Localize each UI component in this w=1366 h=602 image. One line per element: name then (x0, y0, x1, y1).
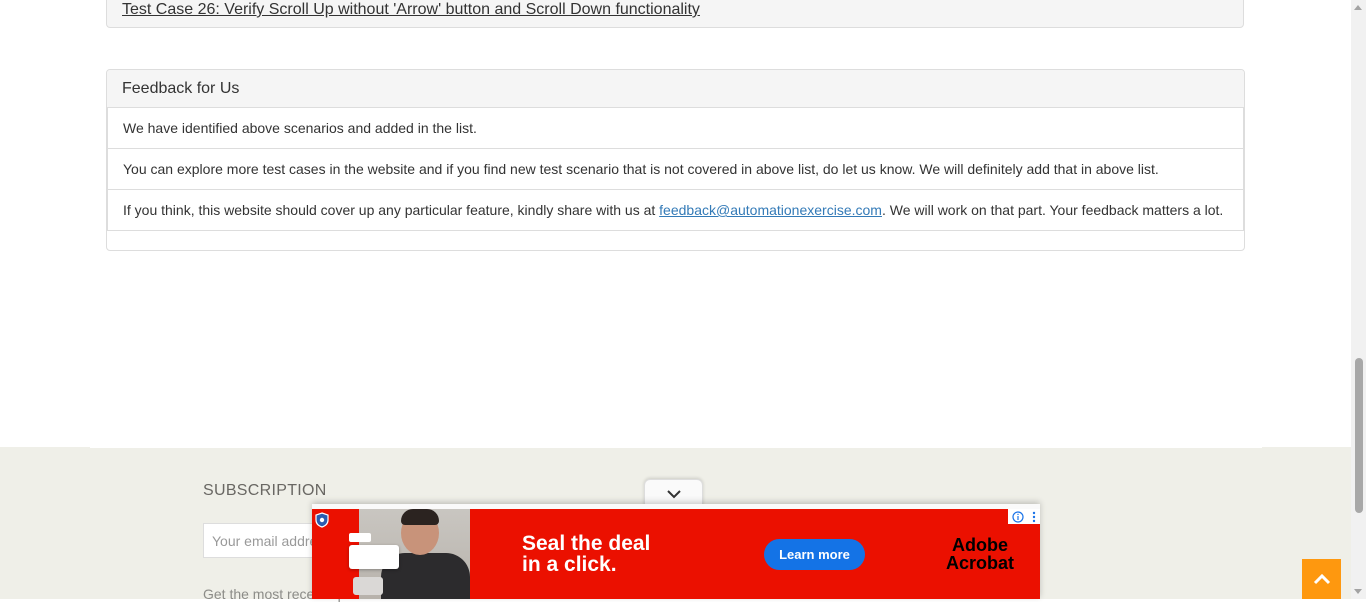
footer-divider (90, 447, 1262, 448)
ad-headline-line: in a click. (522, 553, 617, 576)
subscription-title: SUBSCRIPTION (203, 482, 327, 499)
ad-learn-more-button[interactable]: Learn more (764, 539, 865, 570)
scroll-up-button[interactable] (1302, 559, 1341, 599)
ad-brand-line: Acrobat (945, 553, 1014, 573)
feedback-text: . We will work on that part. Your feedba… (881, 202, 1224, 218)
page-scrollbar[interactable] (1351, 0, 1366, 599)
feedback-text: If you think, this website should cover … (123, 202, 660, 218)
scroll-arrow-down-icon[interactable] (1354, 589, 1362, 594)
ad-headline-line: Seal the deal (522, 532, 651, 555)
ad-brand: Adobe Acrobat (930, 536, 1030, 572)
info-icon[interactable] (1012, 510, 1024, 523)
feedback-title: Feedback for Us (107, 70, 1244, 108)
test-case-26-link[interactable]: Test Case 26: Verify Scroll Up without '… (122, 1, 700, 19)
feedback-list: We have identified above scenarios and a… (107, 108, 1244, 231)
ad-info-controls (1008, 509, 1040, 524)
feedback-email-link[interactable]: feedback@automationexercise.com (659, 202, 882, 218)
shield-icon (315, 512, 329, 528)
feedback-panel: Feedback for Us We have identified above… (106, 69, 1245, 251)
ad-headline: Seal the deal in a click. (522, 533, 702, 575)
kebab-menu-icon[interactable] (1032, 511, 1036, 523)
feedback-item: If you think, this website should cover … (107, 190, 1244, 231)
ad-banner[interactable]: Seal the deal in a click. Learn more Ado… (312, 504, 1040, 599)
chevron-down-icon (666, 489, 681, 498)
ad-photo (349, 509, 470, 599)
feedback-item: You can explore more test cases in the w… (107, 149, 1244, 190)
ad-collapse-button[interactable] (644, 479, 703, 507)
ad-brand-line: Adobe (952, 535, 1008, 555)
test-case-panel: Test Case 26: Verify Scroll Up without '… (106, 0, 1244, 28)
scroll-arrow-up-icon[interactable] (1354, 5, 1362, 10)
feedback-item: We have identified above scenarios and a… (107, 108, 1244, 149)
scrollbar-thumb[interactable] (1355, 358, 1363, 513)
chevron-up-icon (1313, 573, 1330, 585)
ad-creative[interactable]: Seal the deal in a click. Learn more Ado… (312, 509, 1040, 599)
